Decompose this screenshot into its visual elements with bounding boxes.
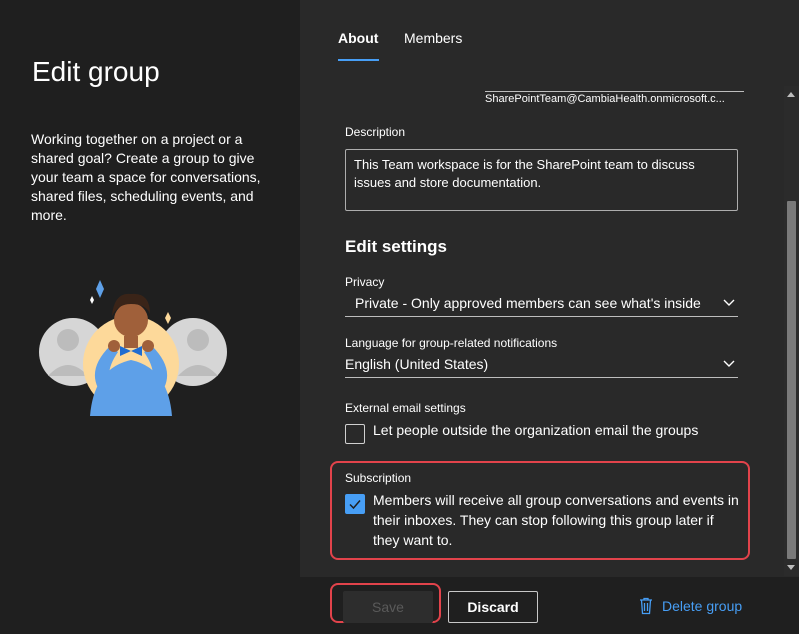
chevron-down-icon: [723, 299, 735, 306]
scrollbar-thumb[interactable]: [787, 201, 796, 559]
tab-members[interactable]: Members: [404, 30, 462, 46]
chevron-down-icon: [723, 360, 735, 367]
delete-group-label: Delete group: [662, 598, 743, 614]
privacy-dropdown[interactable]: Private - Only approved members can see …: [345, 293, 738, 317]
subscription-checkbox[interactable]: [345, 494, 365, 514]
privacy-value: Private - Only approved members can see …: [355, 295, 701, 311]
privacy-label: Privacy: [345, 275, 385, 289]
email-field-underline: [485, 91, 744, 92]
description-label: Description: [345, 125, 406, 139]
vertical-scrollbar[interactable]: [784, 86, 799, 576]
intro-text: Working together on a project or a share…: [31, 131, 261, 223]
checkmark-icon: [349, 500, 361, 510]
external-email-checkbox[interactable]: [345, 424, 365, 444]
save-button[interactable]: Save: [343, 591, 433, 623]
page-title: Edit group: [32, 56, 160, 87]
description-textarea[interactable]: This Team workspace is for the SharePoin…: [345, 149, 738, 211]
language-value: English (United States): [345, 356, 489, 372]
discard-button[interactable]: Discard: [448, 591, 538, 623]
language-label: Language for group-related notifications: [345, 336, 558, 350]
left-panel: Edit group Working together on a project…: [0, 0, 300, 634]
group-illustration: [39, 280, 227, 416]
group-email-address: SharePointTeam@CambiaHealth.onmicrosoft.…: [485, 93, 725, 105]
external-email-checkbox-label: Let people outside the organization emai…: [373, 422, 699, 438]
scroll-up-arrow-icon[interactable]: [787, 92, 795, 97]
edit-settings-heading: Edit settings: [345, 237, 448, 256]
delete-group-button[interactable]: Delete group: [638, 597, 742, 615]
selected-tab-indicator: [338, 59, 379, 61]
scroll-down-arrow-icon[interactable]: [787, 565, 795, 570]
edit-form-panel: About Members SharePointTeam@CambiaHealt…: [300, 0, 799, 634]
language-dropdown[interactable]: English (United States): [345, 354, 738, 378]
tab-about[interactable]: About: [338, 30, 378, 46]
footer-bar: Save Discard Delete group: [300, 577, 799, 634]
subscription-label: Subscription: [345, 471, 412, 485]
external-email-label: External email settings: [345, 401, 466, 415]
subscription-checkbox-label: Members will receive all group conversat…: [373, 492, 739, 548]
trash-icon: [640, 597, 652, 615]
